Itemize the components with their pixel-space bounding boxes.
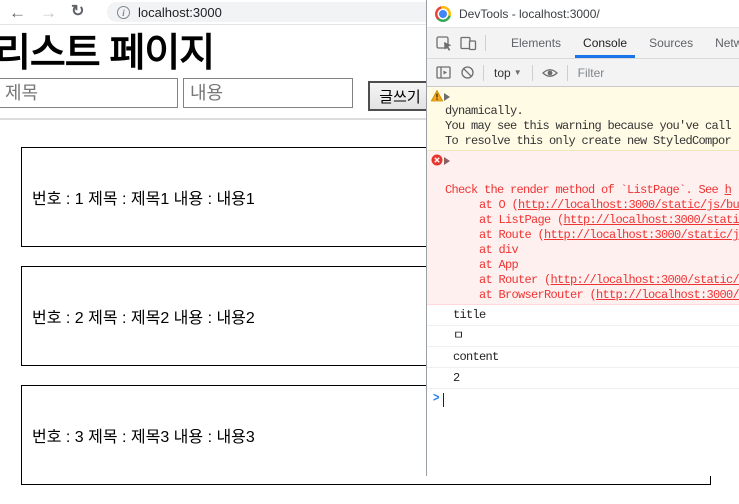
error-stack-line: at O (http://localhost:3000/static/js/bu: [479, 198, 739, 212]
url-text: localhost:3000: [138, 4, 222, 20]
source-link[interactable]: http://localhost:3000/static/j: [544, 228, 739, 242]
console-toolbar: top ▼: [427, 59, 739, 87]
source-link[interactable]: http://localhost:3000/static/js/bu: [518, 198, 739, 212]
console-log-row: 2: [427, 368, 739, 389]
clear-console-icon[interactable]: [460, 65, 475, 80]
inspect-element-icon[interactable]: [435, 34, 453, 52]
back-icon[interactable]: ←: [9, 4, 26, 21]
devtools-title: DevTools - localhost:3000/: [459, 6, 600, 21]
forward-icon[interactable]: →: [40, 4, 57, 21]
chrome-logo-icon: [435, 5, 451, 22]
separator: [531, 64, 533, 81]
source-link[interactable]: http://localhost:3000/stati: [564, 213, 739, 227]
console-prompt[interactable]: >: [427, 389, 739, 410]
write-form: 글쓰기: [0, 78, 432, 111]
error-stack: Check the render method of `ListPage`. S…: [427, 168, 739, 303]
source-link[interactable]: http://localhost:3000/static/: [551, 273, 739, 287]
error-stack-line: at App: [479, 258, 519, 272]
page-info-icon[interactable]: i: [117, 5, 130, 19]
tab-sources[interactable]: Sources: [638, 28, 704, 58]
error-stack-line: at div: [479, 243, 519, 257]
warning-icon: [431, 90, 443, 102]
expander-icon[interactable]: [444, 157, 450, 165]
console-log-rows: title ㅁ content 2: [427, 305, 739, 389]
prompt-chevron-icon: >: [433, 391, 439, 405]
address-bar[interactable]: i localhost:3000: [107, 2, 452, 22]
filter-input[interactable]: [575, 64, 710, 81]
title-input[interactable]: [0, 78, 178, 108]
reload-icon[interactable]: ↻: [71, 4, 84, 20]
error-stack-line: at Route (http://localhost:3000/static/j: [479, 228, 739, 242]
console-log-row: content: [427, 347, 739, 368]
warning-text-line: You may see this warning because you've …: [445, 119, 732, 133]
console-sidebar-icon[interactable]: [435, 64, 452, 81]
error-stack-line: at Router (http://localhost:3000/static/: [479, 273, 739, 287]
error-icon: [431, 154, 443, 166]
warning-continuation: dynamically. You may see this warning bec…: [427, 104, 739, 149]
error-stack-line: at ListPage (http://localhost:3000/stati: [479, 213, 739, 227]
console-log-row: title: [427, 305, 739, 326]
write-button[interactable]: 글쓰기: [368, 81, 432, 111]
console-warning-message: The component styled.div with the id of …: [427, 87, 739, 151]
console-log-row: ㅁ: [427, 326, 739, 347]
console-messages: The component styled.div with the id of …: [427, 87, 739, 410]
live-expression-eye-icon[interactable]: [541, 66, 559, 80]
tab-elements[interactable]: Elements: [500, 28, 572, 58]
console-error-message: Warning: Each child in a list should hav…: [427, 151, 739, 305]
tab-console[interactable]: Console: [572, 28, 638, 58]
expander-icon[interactable]: [444, 93, 450, 101]
source-link[interactable]: h: [725, 183, 732, 197]
separator: [566, 64, 568, 81]
text-cursor: [443, 392, 444, 407]
content-input[interactable]: [183, 78, 353, 108]
error-stack-line: [427, 168, 739, 183]
context-selector[interactable]: top: [494, 66, 511, 80]
error-stack-line: Check the render method of `ListPage`. S…: [445, 183, 732, 197]
warning-text-line: dynamically.: [445, 104, 524, 118]
devtools-tabbar: ElementsConsoleSourcesNetwork: [427, 28, 739, 59]
page-title: 리스트 페이지: [0, 32, 215, 75]
warning-text-line: To resolve this only create new StyledCo…: [445, 134, 732, 148]
devtools-tabs: ElementsConsoleSourcesNetwork: [500, 28, 739, 58]
source-link[interactable]: http://localhost:3000/: [596, 288, 739, 302]
error-stack-line: at BrowserRouter (http://localhost:3000/: [479, 288, 739, 302]
device-toolbar-icon[interactable]: [459, 34, 477, 52]
devtools-titlebar[interactable]: DevTools - localhost:3000/: [427, 0, 739, 28]
separator: [483, 64, 484, 81]
chevron-down-icon[interactable]: ▼: [514, 68, 522, 77]
devtools-window: DevTools - localhost:3000/ Elements Conso…: [426, 0, 739, 476]
tab-network[interactable]: Network: [704, 28, 739, 58]
separator: [485, 35, 486, 51]
